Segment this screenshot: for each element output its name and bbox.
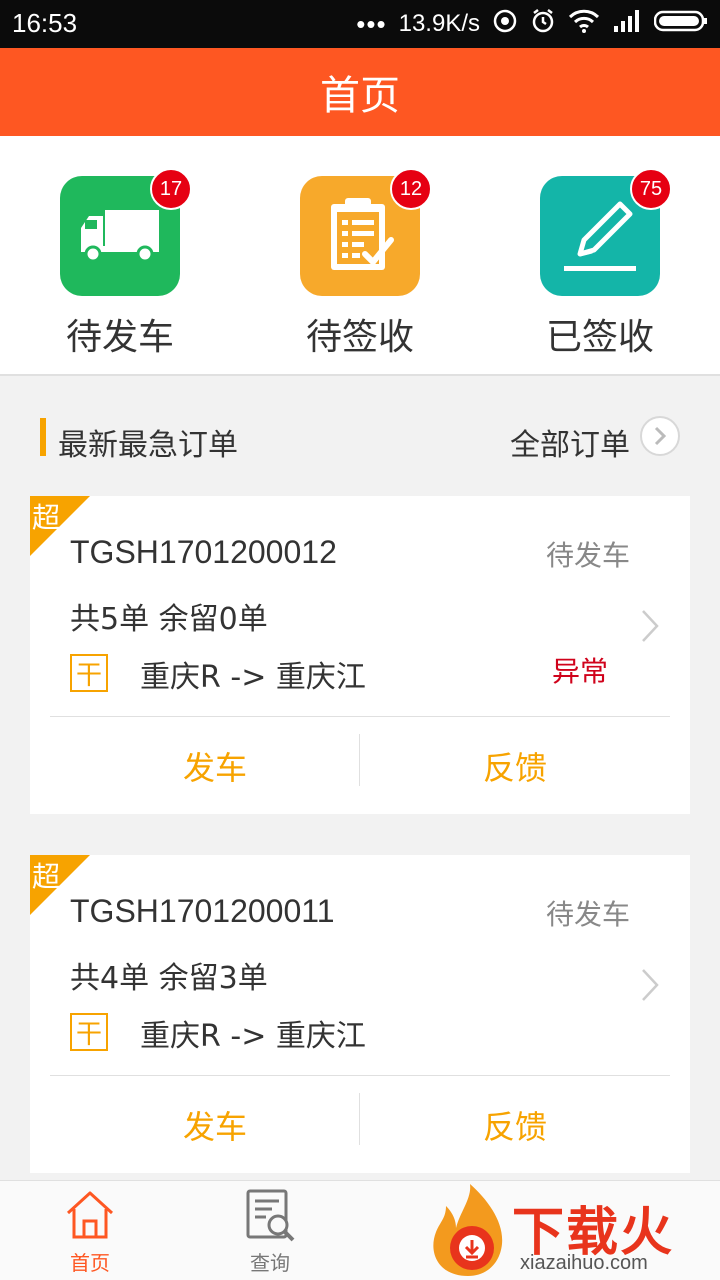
status-icons: ••• 13.9K/s [356, 6, 708, 42]
chevron-right-icon [642, 969, 659, 1001]
notification-dots: ••• [356, 8, 387, 39]
all-orders-link[interactable]: 全部订单 [510, 420, 630, 464]
home-icon [66, 1191, 114, 1239]
pen-sign-icon [564, 201, 636, 271]
net-speed: 13.9K/s [398, 10, 480, 37]
site-watermark: 下载火 xiazaihuo.com [424, 1182, 720, 1280]
tab-query-label: 查询 [250, 1251, 290, 1275]
pending-departure-badge: 17 [150, 168, 192, 210]
order-status: 待发车 [545, 898, 630, 931]
signal-icon [612, 8, 642, 41]
received-badge: 75 [630, 168, 672, 210]
abnormal-label: 异常 [552, 655, 609, 688]
flame-logo-icon [433, 1184, 503, 1276]
quick-entry-received[interactable]: 75 已签收 [500, 168, 700, 366]
card-divider [50, 1075, 670, 1076]
order-card[interactable]: 超 TGSH1701200012 待发车 共5单 余留0单 干 重庆R -> 重… [30, 496, 690, 814]
latest-orders-header: 最新最急订单 全部订单 [0, 410, 720, 470]
pending-departure-label: 待发车 [65, 317, 174, 358]
truck-icon [81, 210, 159, 263]
trunk-tag: 干 [70, 1013, 108, 1051]
app-header: 首页 [0, 48, 720, 136]
trunk-tag: 干 [70, 654, 108, 692]
chevron-right-icon [654, 426, 667, 446]
pending-receipt-badge: 12 [390, 168, 432, 210]
clipboard-check-icon [331, 198, 394, 270]
all-orders-arrow-button[interactable] [640, 416, 680, 456]
watermark-url: xiazaihuo.com [520, 1252, 648, 1274]
feedback-button[interactable]: 反馈 [360, 718, 670, 814]
feedback-button[interactable]: 反馈 [360, 1077, 670, 1173]
order-detail-arrow[interactable] [640, 608, 660, 648]
order-summary: 共4单 余留3单 [70, 961, 268, 996]
order-route: 重庆R -> 重庆江 [140, 660, 366, 695]
card-divider [50, 716, 670, 717]
received-label: 已签收 [545, 317, 654, 358]
battery-icon [653, 8, 708, 41]
section-accent-bar [40, 418, 46, 456]
order-number: TGSH1701200011 [70, 893, 335, 929]
order-route: 重庆R -> 重庆江 [140, 1019, 366, 1054]
status-time: 16:53 [12, 8, 78, 38]
quick-entry-pending-receipt[interactable]: 12 待签收 [260, 168, 460, 366]
order-detail-arrow[interactable] [640, 967, 660, 1007]
order-card[interactable]: 超 TGSH1701200011 待发车 共4单 余留3单 干 重庆R -> 重… [30, 855, 690, 1173]
status-bar: 16:53 ••• 13.9K/s [0, 0, 720, 48]
wifi-icon [568, 8, 600, 41]
tab-home[interactable]: 首页 [0, 1181, 180, 1280]
page-title: 首页 [320, 73, 400, 119]
quick-entry-panel: 17 待发车 12 待签收 75 已签收 [0, 136, 720, 376]
tab-home-label: 首页 [70, 1251, 110, 1275]
quick-entry-pending-departure[interactable]: 17 待发车 [20, 168, 220, 366]
pending-receipt-label: 待签收 [305, 317, 414, 358]
order-status: 待发车 [545, 539, 630, 572]
chevron-right-icon [642, 610, 659, 642]
alarm-icon [530, 8, 556, 41]
search-doc-icon [246, 1189, 295, 1242]
depart-button[interactable]: 发车 [60, 718, 370, 814]
sync-icon [492, 8, 518, 41]
section-title: 最新最急订单 [58, 428, 238, 463]
tab-query[interactable]: 查询 [180, 1181, 360, 1280]
urgent-corner-text: 超 [32, 860, 61, 893]
order-number: TGSH1701200012 [70, 534, 337, 570]
order-summary: 共5单 余留0单 [70, 602, 268, 637]
depart-button[interactable]: 发车 [60, 1077, 370, 1173]
urgent-corner-text: 超 [32, 501, 61, 534]
